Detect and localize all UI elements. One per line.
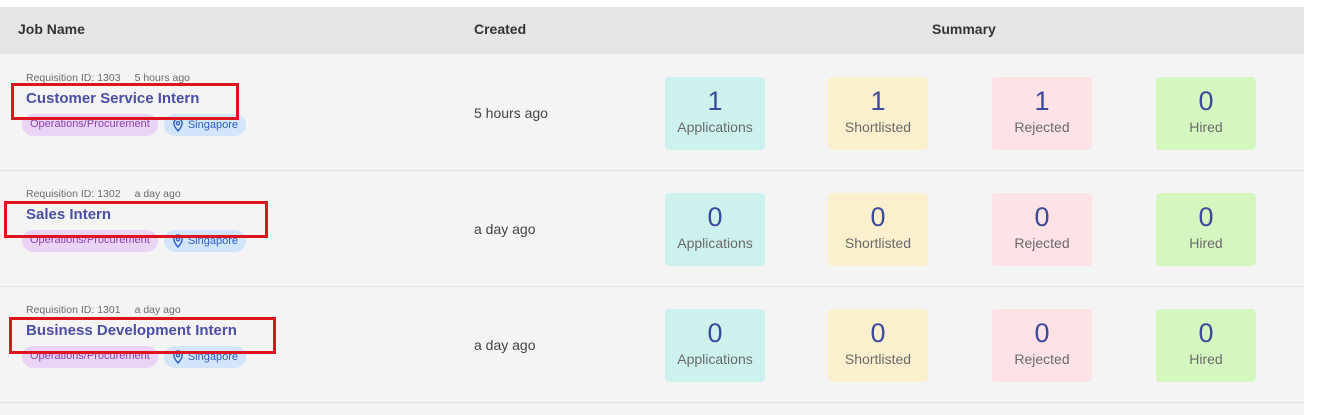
applications-count: 1 <box>707 86 723 116</box>
location-tag: Singapore <box>163 346 246 368</box>
hired-label: Hired <box>1189 235 1223 251</box>
department-tag: Operations/Procurement <box>22 114 158 136</box>
posted-time: a day ago <box>134 304 181 316</box>
shortlisted-count: 0 <box>870 318 886 348</box>
location-label: Singapore <box>187 235 238 247</box>
map-pin-icon <box>172 234 183 248</box>
job-title-link[interactable]: Business Development Intern <box>26 322 237 339</box>
hired-card[interactable]: 0 Hired <box>1156 309 1256 382</box>
rejected-card[interactable]: 1 Rejected <box>992 77 1092 150</box>
applications-card[interactable]: 0 Applications <box>665 193 765 266</box>
job-meta: Requisition ID: 1301 a day ago <box>26 304 181 316</box>
applications-count: 0 <box>707 202 723 232</box>
table-header: Job Name Created Summary <box>0 7 1304 54</box>
shortlisted-card[interactable]: 0 Shortlisted <box>828 193 928 266</box>
rejected-label: Rejected <box>1014 351 1070 367</box>
rejected-label: Rejected <box>1014 119 1070 135</box>
rejected-label: Rejected <box>1014 235 1070 251</box>
job-tags: Operations/Procurement Singapore <box>22 346 246 368</box>
hired-card[interactable]: 0 Hired <box>1156 77 1256 150</box>
hired-label: Hired <box>1189 119 1223 135</box>
applications-card[interactable]: 0 Applications <box>665 309 765 382</box>
posted-time: a day ago <box>134 188 181 200</box>
location-tag: Singapore <box>163 230 246 252</box>
applications-card[interactable]: 1 Applications <box>665 77 765 150</box>
requisition-id: Requisition ID: 1302 <box>26 188 121 200</box>
hired-count: 0 <box>1198 86 1214 116</box>
created-time: 5 hours ago <box>474 105 548 121</box>
shortlisted-count: 0 <box>870 202 886 232</box>
jobs-table: Job Name Created Summary Requisition ID:… <box>0 7 1304 415</box>
department-tag: Operations/Procurement <box>22 346 158 368</box>
column-header-job-name[interactable]: Job Name <box>18 7 85 54</box>
applications-label: Applications <box>677 351 753 367</box>
map-pin-icon <box>172 350 183 364</box>
job-tags: Operations/Procurement Singapore <box>22 230 246 252</box>
table-row: Requisition ID: 1302 a day ago Sales Inte… <box>0 171 1304 287</box>
applications-label: Applications <box>677 235 753 251</box>
posted-time: 5 hours ago <box>134 72 191 84</box>
requisition-id: Requisition ID: 1303 <box>26 72 121 84</box>
created-time: a day ago <box>474 221 536 237</box>
shortlisted-label: Shortlisted <box>844 119 912 135</box>
shortlisted-label: Shortlisted <box>844 351 912 367</box>
shortlisted-count: 1 <box>870 86 886 116</box>
hired-card[interactable]: 0 Hired <box>1156 193 1256 266</box>
location-label: Singapore <box>187 351 238 363</box>
department-tag: Operations/Procurement <box>22 230 158 252</box>
job-tags: Operations/Procurement Singapore <box>22 114 246 136</box>
rejected-card[interactable]: 0 Rejected <box>992 309 1092 382</box>
hired-count: 0 <box>1198 318 1214 348</box>
rejected-count: 0 <box>1034 318 1050 348</box>
shortlisted-card[interactable]: 0 Shortlisted <box>828 309 928 382</box>
shortlisted-card[interactable]: 1 Shortlisted <box>828 77 928 150</box>
rejected-count: 0 <box>1034 202 1050 232</box>
location-label: Singapore <box>187 119 238 131</box>
applications-label: Applications <box>677 119 753 135</box>
job-title-link[interactable]: Sales Intern <box>26 206 111 223</box>
applications-count: 0 <box>707 318 723 348</box>
hired-label: Hired <box>1189 351 1223 367</box>
column-header-summary: Summary <box>932 21 996 37</box>
rejected-count: 1 <box>1034 86 1050 116</box>
table-row: Requisition ID: 1301 a day ago Business D… <box>0 287 1304 403</box>
job-meta: Requisition ID: 1303 5 hours ago <box>26 72 190 84</box>
rejected-card[interactable]: 0 Rejected <box>992 193 1092 266</box>
column-header-created[interactable]: Created <box>474 7 526 54</box>
shortlisted-label: Shortlisted <box>844 235 912 251</box>
job-title-link[interactable]: Customer Service Intern <box>26 90 199 107</box>
job-meta: Requisition ID: 1302 a day ago <box>26 188 181 200</box>
table-row: Requisition ID: 1303 5 hours ago Customer… <box>0 55 1304 171</box>
map-pin-icon <box>172 118 183 132</box>
hired-count: 0 <box>1198 202 1214 232</box>
requisition-id: Requisition ID: 1301 <box>26 304 121 316</box>
created-time: a day ago <box>474 337 536 353</box>
location-tag: Singapore <box>163 114 246 136</box>
